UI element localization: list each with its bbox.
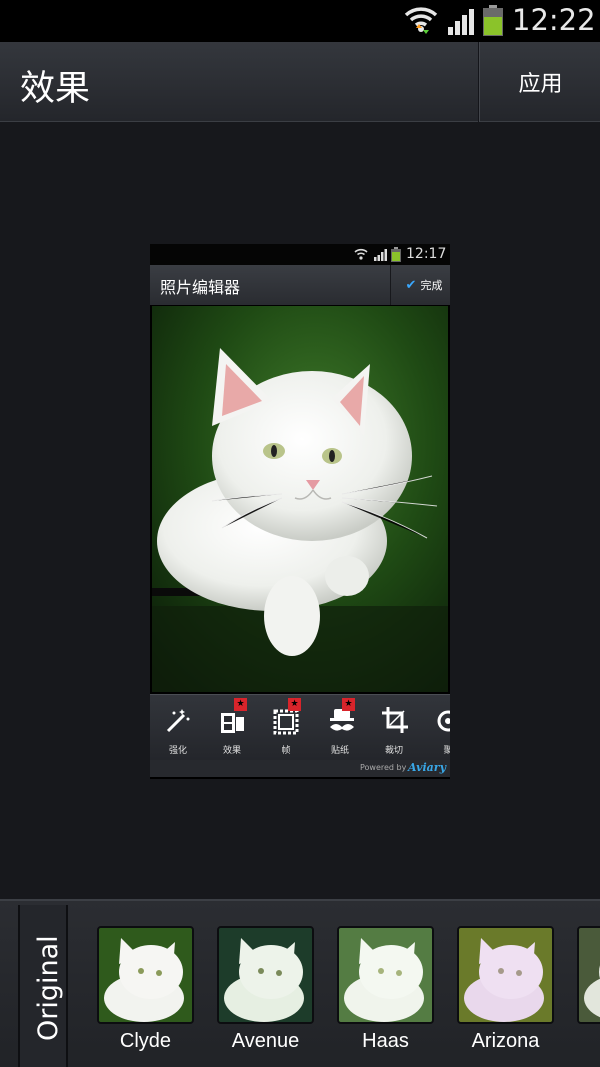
effect-preview [217,926,314,1024]
preview-image: 12:17 照片编辑器 ✔ 完成 强化 ★ 效果 ★ 帧 ★ 贴纸 裁切 聚 P… [150,244,450,779]
tool-crop: 裁切 [368,701,420,759]
new-badge: ★ [234,698,247,711]
tool-label: 强化 [168,746,187,756]
clock: 12:22 [512,3,596,37]
action-bar: 效果 应用 [0,42,600,122]
done-button: ✔ 完成 [398,265,450,305]
cat-thumbnail [459,928,552,1022]
effect-name: Arizona [471,1030,540,1052]
aviary-logo: Aviary [408,761,446,774]
wifi-icon [354,248,368,260]
effect-preview [577,926,600,1024]
original-label: Original [33,935,64,1041]
effect-thumb-clyde[interactable]: Clyde [97,926,197,1052]
preview-title: 照片编辑器 [160,278,241,297]
cat-thumbnail [339,928,432,1022]
effect-thumb-partial[interactable] [577,926,600,1052]
tool-label: 聚 [443,746,450,756]
battery-icon [483,5,503,36]
crop-icon [382,707,408,733]
preview-header: 照片编辑器 ✔ 完成 [150,265,450,305]
check-icon: ✔ [405,277,417,293]
wifi-icon [404,7,438,34]
cat-thumbnail [579,928,600,1022]
cat-thumbnail [219,928,312,1022]
tool-label: 帧 [281,746,291,756]
effect-name: Avenue [231,1030,300,1052]
effect-name: Clyde [119,1030,172,1052]
effect-preview [337,926,434,1024]
tool-label: 裁切 [384,746,403,756]
action-divider [478,42,480,122]
cat-photo [152,306,448,692]
battery-icon [391,247,401,262]
original-tab[interactable]: Original [18,905,68,1067]
powered-by: Powered by Aviary [150,760,450,777]
focus-icon [437,710,450,732]
tool-effects: ★ 效果 [206,698,258,759]
done-label: 完成 [420,279,443,292]
apply-button[interactable]: 应用 [481,42,600,122]
status-bar: 12:22 [0,0,600,42]
tool-stickers: ★ 贴纸 [314,698,366,759]
effect-thumb-haas[interactable]: Haas [337,926,437,1052]
magic-wand-icon [166,709,190,733]
preview-status-bar: 12:17 [150,244,450,265]
powered-text: Powered by [360,763,407,772]
page-title: 效果 [20,69,91,109]
preview-divider [390,265,391,305]
tool-enhance: 强化 [152,701,204,759]
preview-toolbar: 强化 ★ 效果 ★ 帧 ★ 贴纸 裁切 聚 [150,694,450,760]
new-badge: ★ [288,698,301,711]
cat-thumbnail [99,928,192,1022]
effect-thumb-avenue[interactable]: Avenue [217,926,317,1052]
new-badge: ★ [342,698,355,711]
signal-icon [448,9,474,35]
effect-preview [457,926,554,1024]
tool-focus: 聚 [422,701,450,759]
effect-name: Haas [362,1030,409,1052]
effects-strip: Original Clyde Avenue Haas Arizona [0,899,600,1067]
tool-frame: ★ 帧 [260,698,312,759]
effect-thumb-arizona[interactable]: Arizona [457,926,557,1052]
signal-icon [374,249,387,261]
effect-preview [97,926,194,1024]
tool-label: 效果 [222,746,241,756]
preview-clock: 12:17 [406,246,447,262]
tool-label: 贴纸 [330,746,349,756]
